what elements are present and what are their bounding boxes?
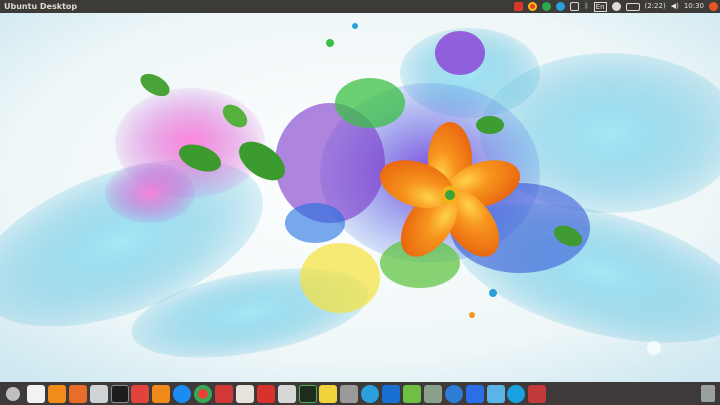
keyboard-icon[interactable]: En bbox=[593, 1, 607, 12]
home-icon[interactable] bbox=[423, 384, 442, 403]
vlc-icon[interactable] bbox=[152, 384, 171, 403]
clock[interactable]: 10:30 bbox=[684, 0, 704, 13]
screenshot-icon[interactable] bbox=[215, 384, 234, 403]
window-icon[interactable] bbox=[486, 384, 505, 403]
power-icon[interactable] bbox=[709, 2, 718, 11]
messenger-icon[interactable] bbox=[173, 384, 192, 403]
popcorn-icon[interactable] bbox=[256, 384, 275, 403]
notes-icon[interactable] bbox=[319, 384, 338, 403]
trash-icon[interactable] bbox=[701, 385, 715, 402]
chrome-icon[interactable] bbox=[528, 2, 538, 11]
desktop-wallpaper bbox=[0, 13, 720, 382]
software-center-icon[interactable] bbox=[68, 384, 87, 403]
gmail-icon[interactable] bbox=[514, 2, 524, 11]
volume-icon[interactable]: ◀) bbox=[671, 0, 679, 13]
battery-time: (2:22) bbox=[644, 2, 666, 10]
files-icon[interactable] bbox=[47, 384, 66, 403]
chat-icon[interactable] bbox=[611, 2, 621, 11]
system-monitor-icon[interactable] bbox=[298, 384, 317, 403]
wifi-icon[interactable] bbox=[570, 2, 580, 11]
circle-icon[interactable] bbox=[542, 2, 552, 11]
battery-icon[interactable] bbox=[625, 2, 640, 11]
dock bbox=[0, 382, 720, 405]
chrome-icon[interactable] bbox=[194, 384, 213, 403]
slack-icon[interactable] bbox=[131, 384, 150, 403]
disk-icon[interactable] bbox=[340, 384, 359, 403]
window-title: Ubuntu Desktop bbox=[4, 2, 78, 11]
chromium-icon[interactable] bbox=[444, 384, 463, 403]
teamviewer-icon[interactable] bbox=[382, 384, 401, 403]
system-tray: ᛒ En (2:22) ◀) 10:30 bbox=[514, 0, 718, 13]
telegram-icon[interactable] bbox=[361, 384, 380, 403]
top-panel: Ubuntu Desktop ᛒ En (2:22) ◀) 10:30 bbox=[0, 0, 720, 13]
launcher-icon[interactable] bbox=[6, 386, 20, 401]
upwork-icon[interactable] bbox=[403, 384, 422, 403]
terminal-icon[interactable] bbox=[110, 384, 129, 403]
shutter-icon[interactable] bbox=[528, 384, 547, 403]
blue-app-icon[interactable] bbox=[465, 384, 484, 403]
floral-wallpaper-art bbox=[0, 13, 720, 382]
skype-icon[interactable] bbox=[507, 384, 526, 403]
camera-icon[interactable] bbox=[277, 384, 296, 403]
rack-icon[interactable] bbox=[89, 384, 108, 403]
bluetooth-icon[interactable]: ᛒ bbox=[584, 0, 588, 13]
telegram-icon[interactable] bbox=[556, 2, 566, 11]
reader-icon[interactable] bbox=[235, 384, 254, 403]
apps-grid-icon[interactable] bbox=[27, 384, 45, 403]
